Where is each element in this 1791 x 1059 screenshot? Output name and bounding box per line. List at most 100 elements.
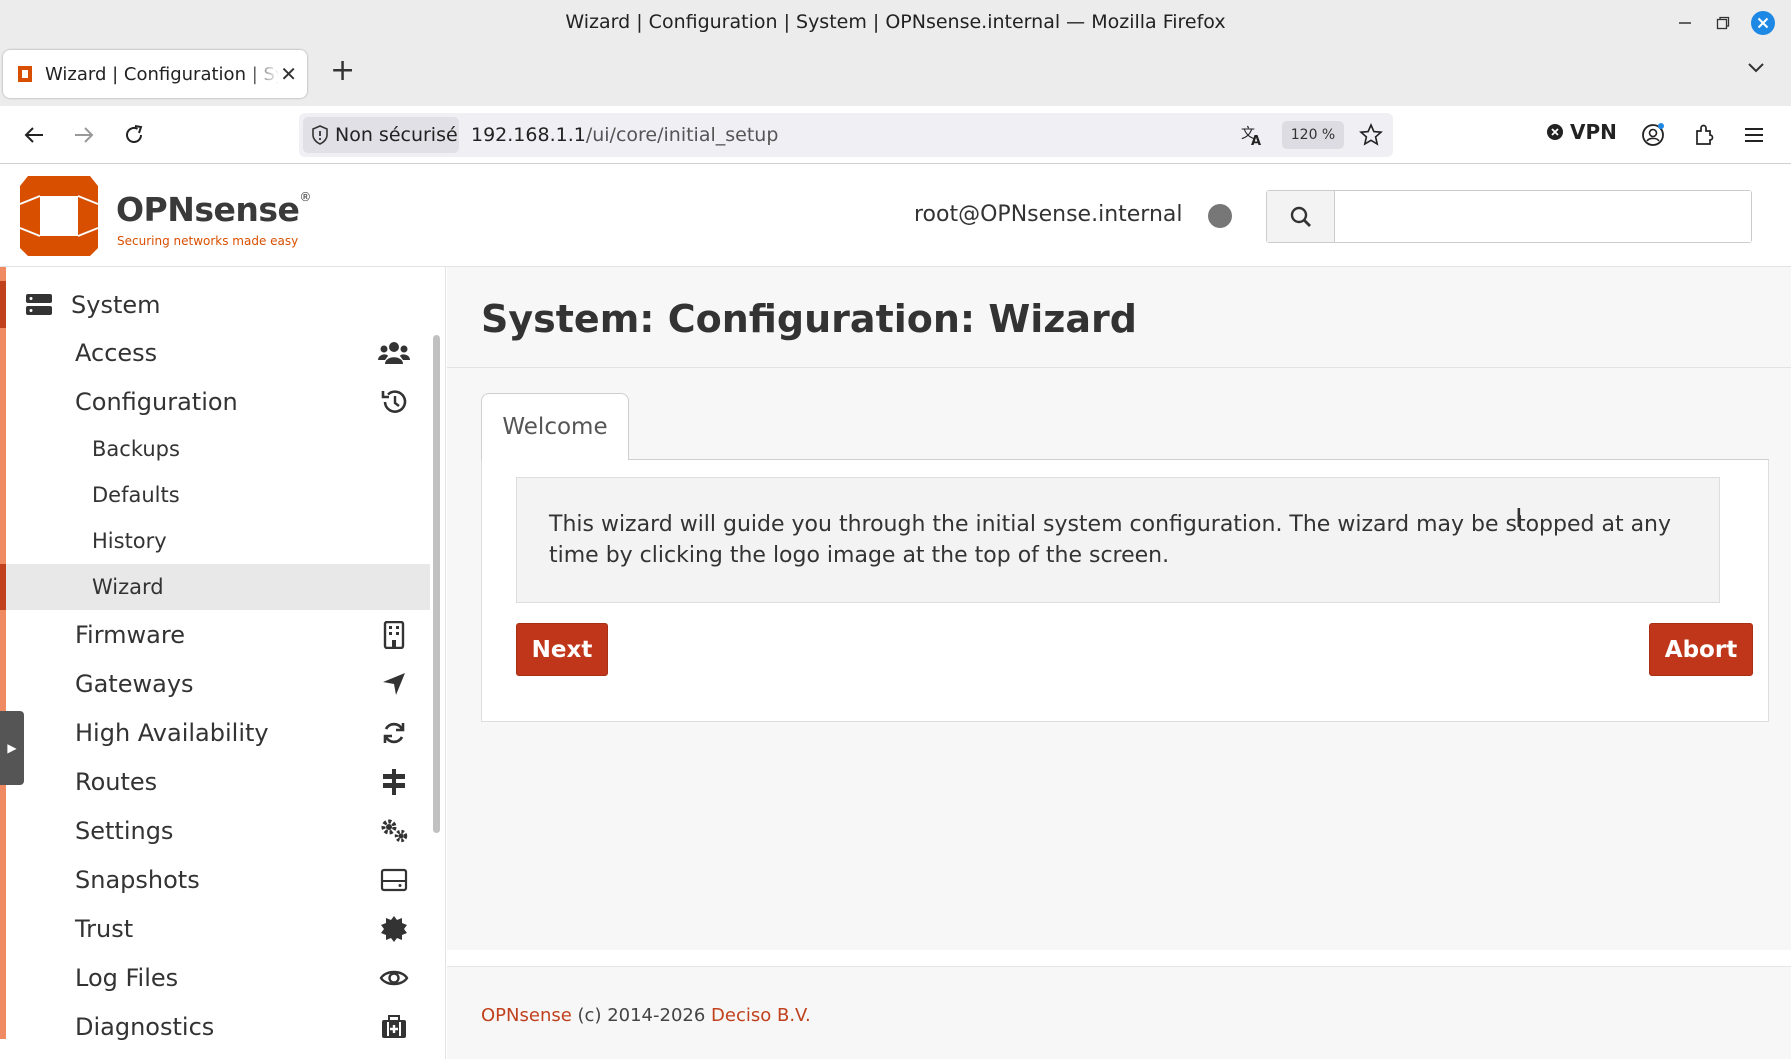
search-group (1266, 190, 1752, 243)
deciso-link[interactable]: Deciso B.V. (711, 1005, 811, 1026)
sidebar-collapse-toggle[interactable]: ▶ (0, 711, 24, 785)
wizard-message: This wizard will guide you through the i… (516, 477, 1720, 603)
minimize-icon[interactable] (1672, 10, 1698, 36)
section-marker (0, 281, 6, 328)
sidebar-item-label: Firmware (75, 620, 185, 649)
tab-title: Wizard | Configuration | System | OPNsen… (45, 63, 279, 85)
sidebar-item-log-files[interactable]: Log Files (6, 953, 430, 1002)
sidebar-item-high-availability[interactable]: High Availability (6, 708, 430, 757)
text-cursor-icon: I (1515, 504, 1523, 534)
menu-icon[interactable] (1738, 119, 1770, 151)
forward-icon[interactable] (68, 119, 100, 151)
sidebar-item-label: Snapshots (75, 865, 200, 894)
sidebar-item-label: Gateways (75, 669, 194, 698)
sidebar-item-access[interactable]: Access (6, 328, 430, 377)
opnsense-link[interactable]: OPNsense (481, 1005, 572, 1026)
account-icon[interactable] (1637, 119, 1669, 151)
drive-icon (378, 865, 410, 895)
abort-button[interactable]: Abort (1649, 623, 1753, 676)
sidebar-item-routes[interactable]: Routes (6, 757, 430, 806)
refresh-icon (378, 718, 410, 748)
sidebar-item-settings[interactable]: Settings (6, 806, 430, 855)
sidebar-item-label: Trust (75, 914, 134, 943)
restore-icon[interactable] (1710, 10, 1736, 36)
url-bar[interactable]: Non sécurisé 192.168.1.1/ui/core/initial… (299, 113, 1393, 157)
shield-icon (311, 125, 329, 145)
sidebar-item-diagnostics[interactable]: Diagnostics (6, 1002, 430, 1051)
sidebar-item-trust[interactable]: Trust (6, 904, 430, 953)
url-host: 192.168.1.1 (471, 124, 586, 146)
sidebar-item-label: Wizard (92, 575, 164, 599)
sidebar-item-backups[interactable]: Backups (6, 426, 430, 472)
reload-icon[interactable] (118, 119, 150, 151)
sidebar-item-firmware[interactable]: Firmware (6, 610, 430, 659)
vpn-label: VPN (1570, 120, 1617, 144)
location-arrow-icon (378, 669, 410, 699)
server-icon (25, 293, 53, 317)
footer: OPNsense (c) 2014-2026 Deciso B.V. (447, 966, 1791, 1059)
sidebar-menu: System Access Configuration Backups Defa… (0, 281, 430, 1051)
close-tab-icon[interactable]: ✕ (280, 63, 297, 85)
sidebar-item-history[interactable]: History (6, 518, 430, 564)
extensions-icon[interactable] (1688, 119, 1720, 151)
window-titlebar: Wizard | Configuration | System | OPNsen… (0, 0, 1791, 46)
window-title: Wizard | Configuration | System | OPNsen… (565, 11, 1226, 33)
medkit-icon (378, 1012, 410, 1042)
logo-wordmark: OPNsense® (116, 190, 311, 229)
navigation-toolbar: Non sécurisé 192.168.1.1/ui/core/initial… (0, 106, 1791, 164)
logo-tagline: Securing networks made easy (117, 234, 299, 248)
sidebar-item-system[interactable]: System (0, 281, 430, 328)
sidebar-item-label: Routes (75, 767, 158, 796)
users-icon (378, 338, 410, 368)
svg-text:A: A (1251, 134, 1261, 146)
vpn-button[interactable]: VPN (1546, 120, 1617, 144)
sidebar-item-configuration[interactable]: Configuration (6, 377, 430, 426)
opnsense-logo-mark-icon (19, 176, 99, 256)
zoom-level-badge[interactable]: 120 % (1282, 121, 1344, 149)
sidebar-item-reporting-partial[interactable] (6, 267, 430, 281)
sidebar-item-defaults[interactable]: Defaults (6, 472, 430, 518)
sidebar-item-snapshots[interactable]: Snapshots (6, 855, 430, 904)
opnsense-logo[interactable]: OPNsense® Securing networks made easy (18, 174, 311, 258)
main-content: System: Configuration: Wizard Welcome Th… (447, 267, 1791, 950)
search-input[interactable] (1336, 191, 1751, 242)
bookmark-star-icon[interactable] (1359, 123, 1383, 147)
close-window-icon[interactable] (1750, 10, 1776, 36)
back-icon[interactable] (18, 119, 50, 151)
sidebar-item-gateways[interactable]: Gateways (6, 659, 430, 708)
sidebar-item-label: High Availability (75, 718, 269, 747)
search-icon[interactable] (1267, 191, 1335, 242)
eye-icon (378, 963, 410, 993)
building-icon (378, 620, 410, 650)
sidebar-item-label: Access (75, 338, 158, 367)
sidebar-item-wizard[interactable]: Wizard (0, 564, 430, 610)
footer-text: OPNsense (c) 2014-2026 Deciso B.V. (481, 1005, 811, 1026)
user-label[interactable]: root@OPNsense.internal (914, 202, 1183, 227)
new-tab-icon[interactable]: + (330, 56, 355, 86)
sidebar-item-label: Defaults (92, 483, 180, 507)
app-header: OPNsense® Securing networks made easy ro… (0, 164, 1791, 267)
browser-tab[interactable]: Wizard | Configuration | System | OPNsen… (3, 50, 307, 98)
title-divider (447, 367, 1791, 368)
tab-welcome[interactable]: Welcome (481, 393, 629, 461)
certificate-icon (378, 914, 410, 944)
url-path: /ui/core/initial_setup (585, 124, 779, 146)
sidebar-scrollbar[interactable] (433, 335, 440, 833)
sidebar: System Access Configuration Backups Defa… (0, 267, 446, 1059)
tab-strip: Wizard | Configuration | System | OPNsen… (0, 46, 1791, 106)
status-indicator[interactable] (1208, 204, 1232, 228)
sidebar-item-label: History (92, 529, 167, 553)
vpn-off-icon (1546, 123, 1564, 141)
list-tabs-icon[interactable] (1747, 62, 1765, 74)
url-text[interactable]: 192.168.1.1/ui/core/initial_setup (471, 124, 778, 146)
translate-icon[interactable]: 文A (1241, 124, 1265, 146)
signpost-icon (378, 767, 410, 797)
caret-right-icon: ▶ (7, 741, 17, 755)
site-security-label: Non sécurisé (335, 124, 458, 146)
site-info-button[interactable]: Non sécurisé (303, 117, 459, 153)
sidebar-section-label: System (71, 290, 161, 319)
next-button[interactable]: Next (516, 623, 608, 676)
sidebar-item-label: Settings (75, 816, 174, 845)
history-icon (378, 387, 410, 417)
opnsense-favicon-icon (15, 64, 35, 84)
